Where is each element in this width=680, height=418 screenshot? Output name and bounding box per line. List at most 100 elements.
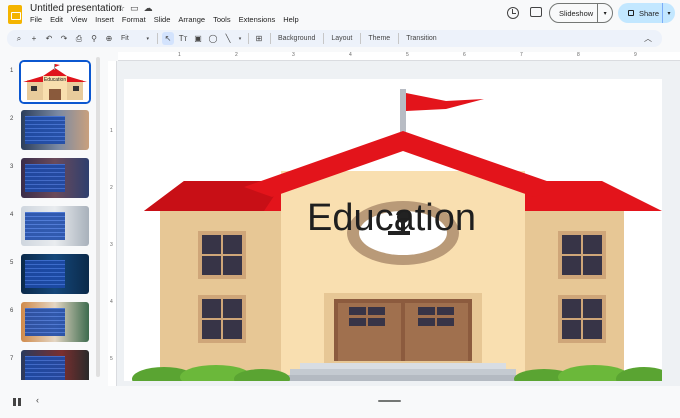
toolbar-divider — [398, 33, 400, 44]
ruler-label: 3 — [292, 52, 295, 58]
search-menus-icon[interactable]: ⌕ — [13, 32, 25, 45]
menu-edit[interactable]: Edit — [50, 15, 63, 24]
slideshow-button[interactable]: Slideshow ▾ — [549, 3, 613, 23]
title-icons: ☆ ▭ ☁ — [117, 3, 153, 14]
ruler-label: 7 — [520, 52, 523, 58]
toolbar-divider — [270, 33, 271, 44]
undo-icon[interactable]: ↶ — [43, 32, 55, 45]
filmstrip-slide[interactable]: 5 — [0, 252, 100, 296]
filmstrip-slide[interactable]: 1 Education — [0, 60, 100, 104]
filmstrip-slide[interactable]: 4 — [0, 204, 100, 248]
table-placeholder — [25, 212, 65, 240]
layout-button[interactable]: Layout — [328, 32, 355, 45]
bottom-bar: ‹ — [0, 386, 680, 418]
slide-thumbnail-selected[interactable]: Education — [19, 60, 91, 104]
toolbar-divider — [248, 33, 249, 44]
redo-icon[interactable]: ↷ — [58, 32, 70, 45]
menu-insert[interactable]: Insert — [95, 15, 114, 24]
line-dropdown-icon[interactable]: ▾ — [237, 32, 243, 45]
slide-thumbnail[interactable] — [21, 110, 89, 150]
slide-thumbnail[interactable] — [21, 302, 89, 342]
ruler-label: 9 — [634, 52, 637, 58]
ruler-label: 2 — [110, 185, 113, 191]
cloud-status-icon[interactable]: ☁ — [144, 3, 153, 14]
new-slide-icon[interactable]: + — [28, 32, 40, 45]
ruler-label: 4 — [349, 52, 352, 58]
toolbar: ⌕ + ↶ ↷ ⎙ ⚲ ⊕ Fit ▾ ↖ Tт ▣ ◯ ╲ ▾ ⊞ Backg… — [7, 30, 662, 47]
zoom-select[interactable]: Fit ▾ — [118, 32, 152, 45]
paint-format-icon[interactable]: ⚲ — [88, 32, 100, 45]
table-placeholder — [25, 308, 65, 336]
chevron-down-icon: ▾ — [146, 35, 149, 42]
slide-thumbnail[interactable] — [21, 350, 89, 380]
comments-icon[interactable] — [530, 7, 542, 17]
toolbar-divider — [157, 33, 158, 44]
filmstrip-slide[interactable]: 2 — [0, 108, 100, 152]
menu-tools[interactable]: Tools — [213, 15, 231, 24]
menu-slide[interactable]: Slide — [154, 15, 171, 24]
horizontal-ruler[interactable]: 1 2 3 4 5 6 7 8 9 — [118, 52, 680, 61]
theme-button[interactable]: Theme — [365, 32, 393, 45]
filmstrip-slide[interactable]: 3 — [0, 156, 100, 200]
slide-number: 4 — [10, 212, 14, 218]
table-placeholder — [25, 356, 65, 380]
slide-canvas[interactable]: Education — [124, 79, 662, 381]
menu-arrange[interactable]: Arrange — [178, 15, 205, 24]
vertical-ruler[interactable]: 1 2 3 4 5 — [108, 61, 117, 386]
print-icon[interactable]: ⎙ — [73, 32, 85, 45]
menu-file[interactable]: File — [30, 15, 42, 24]
ruler-label: 5 — [110, 356, 113, 362]
background-button[interactable]: Background — [275, 32, 318, 45]
slide-number: 5 — [10, 260, 14, 266]
filmstrip: 1 Education 2 3 4 5 6 7 — [0, 53, 103, 380]
menu-extensions[interactable]: Extensions — [239, 15, 276, 24]
ruler-label: 1 — [178, 52, 181, 58]
insert-comment-icon[interactable]: ⊞ — [253, 32, 265, 45]
version-history-icon[interactable] — [507, 7, 519, 19]
slide-title-text[interactable]: Education — [307, 199, 476, 237]
speaker-notes-drag-handle[interactable] — [378, 400, 401, 402]
table-placeholder — [25, 164, 65, 192]
toolbar-divider — [360, 33, 362, 44]
slide-thumbnail[interactable] — [21, 206, 89, 246]
filmstrip-slide[interactable]: 6 — [0, 300, 100, 344]
ruler-label: 8 — [577, 52, 580, 58]
collapse-toolbar-icon[interactable]: ︿ — [642, 32, 654, 45]
zoom-value: Fit — [121, 35, 129, 42]
ruler-label: 4 — [110, 299, 113, 305]
table-placeholder — [25, 116, 65, 144]
grid-view-icon[interactable] — [13, 398, 21, 406]
share-button[interactable]: Share ▾ — [618, 3, 675, 23]
slides-logo-icon[interactable] — [8, 5, 22, 24]
slide-number: 7 — [10, 356, 14, 362]
document-title[interactable]: Untitled presentation — [30, 3, 122, 14]
title-bar: Untitled presentation ☆ ▭ ☁ File Edit Vi… — [0, 0, 680, 30]
share-dropdown-icon[interactable]: ▾ — [662, 3, 675, 23]
ruler-label: 6 — [463, 52, 466, 58]
line-icon[interactable]: ╲ — [222, 32, 234, 45]
menu-format[interactable]: Format — [122, 15, 146, 24]
text-box-icon[interactable]: Tт — [177, 32, 189, 45]
collapse-panel-icon[interactable]: ‹ — [36, 395, 39, 405]
move-to-folder-icon[interactable]: ▭ — [130, 3, 139, 14]
slide-thumbnail[interactable] — [21, 254, 89, 294]
image-icon[interactable]: ▣ — [192, 32, 204, 45]
slide-thumbnail[interactable] — [21, 158, 89, 198]
shape-icon[interactable]: ◯ — [207, 32, 219, 45]
menu-help[interactable]: Help — [283, 15, 298, 24]
table-placeholder — [25, 260, 65, 288]
star-icon[interactable]: ☆ — [117, 3, 125, 14]
filmstrip-scrollbar[interactable] — [96, 57, 100, 377]
slide-number: 1 — [10, 68, 14, 74]
slideshow-dropdown-icon[interactable]: ▾ — [597, 3, 612, 23]
svg-text:Education: Education — [44, 77, 66, 83]
ruler-label: 3 — [110, 242, 113, 248]
zoom-icon[interactable]: ⊕ — [103, 32, 115, 45]
school-thumbnail-image: Education — [21, 62, 89, 102]
select-cursor-icon[interactable]: ↖ — [162, 32, 174, 45]
menu-view[interactable]: View — [71, 15, 87, 24]
transition-button[interactable]: Transition — [403, 32, 439, 45]
slide-number: 3 — [10, 164, 14, 170]
filmstrip-slide[interactable]: 7 — [0, 348, 100, 380]
lock-icon — [628, 10, 634, 16]
